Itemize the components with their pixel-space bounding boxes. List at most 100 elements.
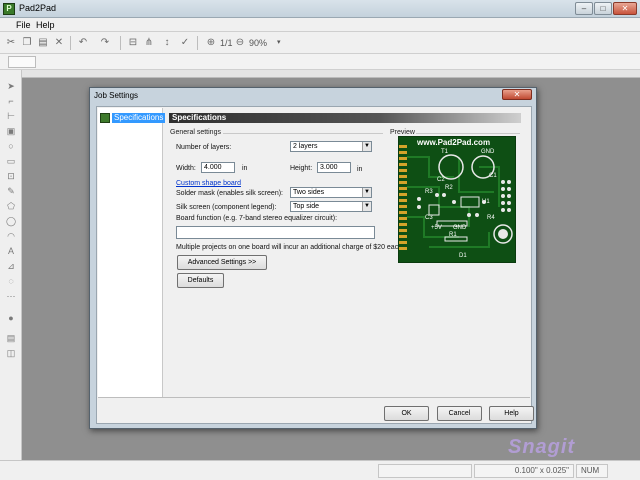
solder-mask-select[interactable]: Two sides ▼ [290, 187, 372, 198]
dialog-close-button[interactable]: ✕ [502, 89, 532, 100]
status-bar: 0.100" x 0.025" NUM [0, 460, 640, 480]
height-value: 3.000 [320, 164, 338, 171]
status-message [378, 464, 472, 478]
group-divider [416, 133, 520, 134]
defaults-button[interactable]: Defaults [177, 273, 224, 288]
component-icon[interactable]: ⊡ [5, 170, 17, 182]
height-field[interactable]: 3.000 [317, 162, 351, 173]
board-label-5v: +5V [431, 225, 442, 231]
help-button[interactable]: Help [489, 406, 534, 421]
width-field[interactable]: 4.000 [201, 162, 235, 173]
drill-icon[interactable]: ● [5, 312, 17, 324]
minimize-button[interactable]: – [575, 2, 593, 15]
silk-screen-value: Top side [293, 203, 320, 210]
text-icon[interactable]: A [5, 245, 17, 257]
dialog-body: Specifications Specifications General se… [96, 106, 534, 424]
rect-icon[interactable]: ▭ [5, 155, 17, 167]
width-label: Width: [176, 165, 196, 172]
layers-label: Number of layers: [176, 144, 232, 151]
status-num-lock: NUM [576, 464, 608, 478]
pointer-icon[interactable]: ➤ [5, 80, 17, 92]
zoom-page[interactable]: 1/1 [220, 38, 233, 48]
cancel-button[interactable]: Cancel [437, 406, 482, 421]
menu-file[interactable]: File [16, 20, 31, 30]
chevron-down-icon: ▼ [362, 142, 371, 151]
close-button[interactable]: ✕ [613, 2, 637, 15]
board-label-r1: R1 [449, 232, 457, 238]
width-unit: in [242, 165, 248, 172]
ok-button[interactable]: OK [384, 406, 429, 421]
board-label-c1: C1 [489, 173, 497, 179]
board-preview-graphic [399, 145, 513, 250]
route-icon[interactable]: ⌐ [5, 95, 17, 107]
check-icon[interactable]: ✓ [178, 36, 192, 50]
section-header: Specifications [169, 113, 521, 123]
left-toolbar: ➤ ⌐ ⊢ ▣ ○ ▭ ⊡ ✎ ⬠ ◯ ◠ A ⊿ ◌ ⋯ ● ▤ ◫ [0, 70, 22, 460]
board-label-gnd2: GND [453, 225, 467, 231]
arc-icon[interactable]: ◠ [5, 230, 17, 242]
board-function-label: Board function (e.g. 7-band stereo equal… [176, 215, 338, 222]
status-coordinates: 0.100" x 0.025" [474, 464, 574, 478]
board-label-t1: T1 [441, 149, 449, 155]
silk-screen-select[interactable]: Top side ▼ [290, 201, 372, 212]
secondary-toolbar [0, 54, 640, 70]
zoom-in-icon[interactable]: ⊕ [204, 36, 218, 50]
board-label-c3: C3 [425, 215, 433, 221]
delete-icon[interactable]: ✕ [52, 36, 66, 50]
pad-icon[interactable]: ▣ [5, 125, 17, 137]
board-label-r4: R4 [487, 215, 495, 221]
menu-bar: File Help [0, 18, 640, 32]
cut-icon[interactable]: ✂ [4, 36, 18, 50]
toolbar-separator [120, 36, 121, 50]
board-label-c2: C2 [437, 177, 445, 183]
board-label-r3: R3 [425, 189, 433, 195]
toolbar: ✂ ❐ ▤ ✕ ↶ ↷ ⊟ ⋔ ↕ ✓ ⊕ 1/1 ⊖ 90% ▾ [0, 32, 640, 54]
board-function-field[interactable] [176, 226, 375, 239]
solder-mask-value: Two sides [293, 189, 325, 196]
toolbar-separator [70, 36, 71, 50]
zoom-out-icon[interactable]: ⊖ [233, 36, 247, 50]
zoom-level[interactable]: 90% [249, 38, 267, 48]
nav-item-specifications[interactable]: Specifications [100, 112, 166, 123]
settings-nav: Specifications [98, 108, 166, 397]
layers-icon[interactable]: ▤ [5, 332, 17, 344]
circle-icon[interactable]: ◯ [5, 215, 17, 227]
general-settings-label: General settings [170, 129, 221, 136]
menu-help[interactable]: Help [36, 20, 55, 30]
board-preview: www.Pad2Pad.com GND T1 C1 C2 R2 R3 U1 R4… [398, 136, 516, 263]
snagit-watermark: Snagit [508, 436, 576, 458]
trace-icon[interactable]: ⊢ [5, 110, 17, 122]
solder-mask-label: Solder mask (enables silk screen): [176, 190, 283, 197]
via-icon[interactable]: ○ [5, 140, 17, 152]
paste-icon[interactable]: ▤ [36, 36, 50, 50]
layer-selector[interactable] [8, 56, 36, 68]
height-unit: in [357, 166, 363, 173]
window-title: Pad2Pad [19, 3, 57, 13]
chevron-down-icon: ▼ [362, 188, 371, 197]
measure-icon[interactable]: ⊿ [5, 260, 17, 272]
layers-select[interactable]: 2 layers ▼ [290, 141, 372, 152]
undo-icon[interactable]: ↶ [76, 36, 90, 50]
maximize-button[interactable]: □ [594, 2, 612, 15]
properties-icon[interactable]: ◫ [5, 347, 17, 359]
hole-icon[interactable]: ◌ [5, 275, 17, 287]
board-label-gnd: GND [481, 149, 495, 155]
chevron-down-icon[interactable]: ▾ [277, 38, 281, 46]
nav-item-label: Specifications [112, 112, 166, 123]
custom-shape-link[interactable]: Custom shape board [176, 180, 241, 187]
spacing-icon[interactable]: ↕ [160, 36, 174, 50]
multi-project-note: Multiple projects on one board will incu… [176, 244, 405, 251]
board-label-d1: D1 [459, 253, 467, 259]
group-divider [223, 133, 383, 134]
align-icon[interactable]: ⊟ [126, 36, 140, 50]
redo-icon[interactable]: ↷ [98, 36, 112, 50]
polygon-icon[interactable]: ⬠ [5, 200, 17, 212]
advanced-settings-button[interactable]: Advanced Settings >> [177, 255, 267, 270]
width-value: 4.000 [204, 164, 222, 171]
distribute-icon[interactable]: ⋔ [142, 36, 156, 50]
silk-screen-label: Silk screen (component legend): [176, 204, 277, 211]
chevron-down-icon: ▼ [362, 202, 371, 211]
copy-icon[interactable]: ❐ [20, 36, 34, 50]
grid-icon[interactable]: ⋯ [5, 290, 17, 302]
edit-icon[interactable]: ✎ [5, 185, 17, 197]
